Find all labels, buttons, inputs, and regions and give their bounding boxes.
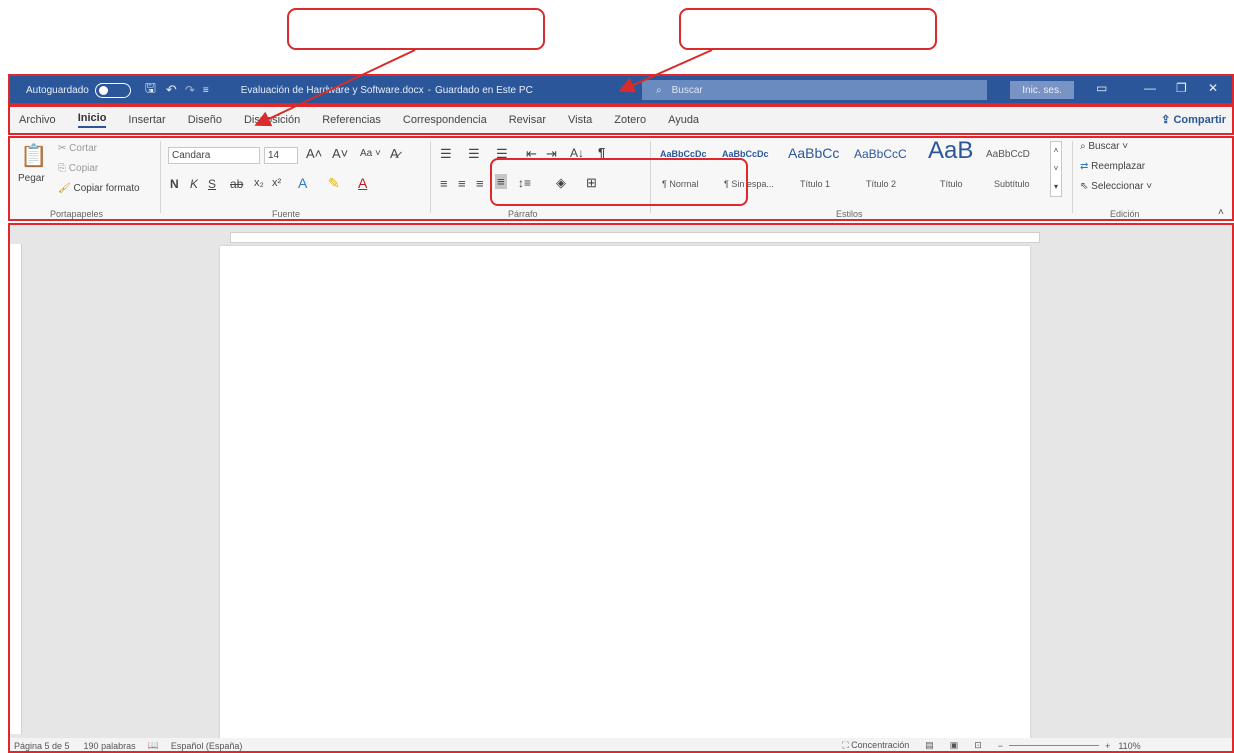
callout-box-1 xyxy=(287,8,545,50)
highlight-ribbon-detail xyxy=(490,158,748,206)
highlight-title-bar xyxy=(8,74,1234,105)
highlight-document xyxy=(8,223,1234,753)
highlight-tabs xyxy=(8,105,1234,135)
callout-box-2 xyxy=(679,8,937,50)
